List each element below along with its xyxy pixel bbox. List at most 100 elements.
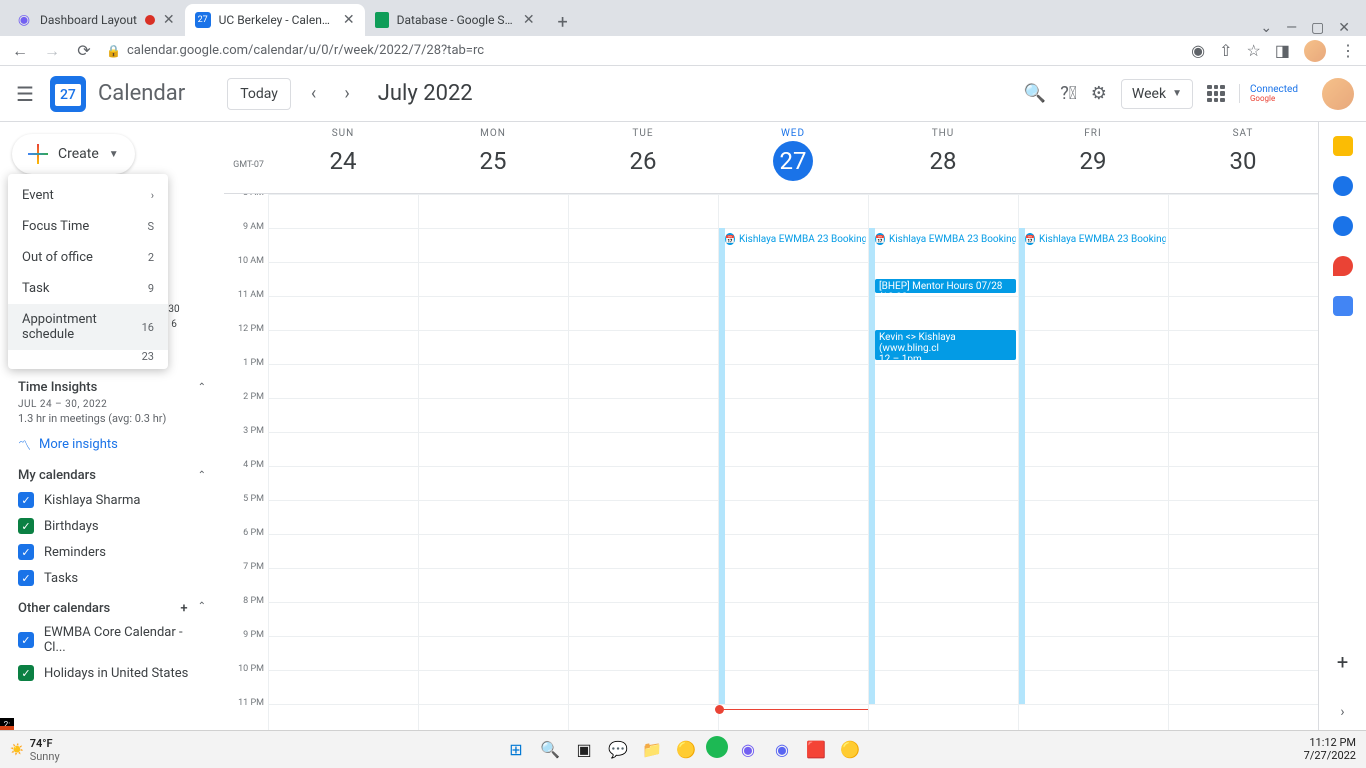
day-column-tue[interactable] xyxy=(568,194,718,730)
calendar-toggle[interactable]: ✓Holidays in United States xyxy=(8,660,216,686)
collapse-panel-icon[interactable]: › xyxy=(1340,694,1344,730)
day-header[interactable]: FRI29 xyxy=(1018,122,1168,193)
menu-label: Out of office xyxy=(22,250,93,265)
kebab-icon[interactable]: ⋮ xyxy=(1340,41,1356,60)
forward-icon[interactable]: → xyxy=(42,41,62,61)
menu-icon[interactable]: ☰ xyxy=(12,78,38,110)
browser-tab[interactable]: ◉ Dashboard Layout ✕ xyxy=(6,4,185,36)
gear-icon[interactable]: ⚙ xyxy=(1091,83,1107,104)
today-button[interactable]: Today xyxy=(227,78,291,110)
other-calendars-header[interactable]: Other calendars + ⌃ xyxy=(8,591,216,620)
close-icon[interactable]: ✕ xyxy=(1338,20,1350,36)
availability-strip xyxy=(1019,228,1025,704)
booking-chip[interactable]: 📅Kishlaya EWMBA 23 Booking Pag xyxy=(721,230,866,248)
chat-icon[interactable]: 💬 xyxy=(604,736,632,764)
day-header[interactable]: THU28 xyxy=(868,122,1018,193)
day-header[interactable]: SAT30 xyxy=(1168,122,1318,193)
day-header[interactable]: TUE26 xyxy=(568,122,718,193)
day-column-mon[interactable] xyxy=(418,194,568,730)
insights-icon: 〽 xyxy=(18,435,31,454)
booking-chip[interactable]: 📅Kishlaya EWMBA 23 Booking Pag xyxy=(871,230,1016,248)
day-column-thu[interactable]: 📅Kishlaya EWMBA 23 Booking Pag [BHEP] Me… xyxy=(868,194,1018,730)
back-icon[interactable]: ← xyxy=(10,41,30,61)
event-kevin[interactable]: Kevin <> Kishlaya (www.bling.cl 12 – 1pm xyxy=(875,330,1016,360)
start-icon[interactable]: ⊞ xyxy=(502,736,530,764)
hour-label: 7 PM xyxy=(243,562,264,572)
day-headers: SUN24 MON25 TUE26 WED27 THU28 FRI29 SAT3… xyxy=(224,122,1318,194)
day-header-today[interactable]: WED27 xyxy=(718,122,868,193)
prev-week-icon[interactable]: ‹ xyxy=(303,79,324,108)
day-header[interactable]: MON25 xyxy=(418,122,568,193)
tasks-icon[interactable] xyxy=(1333,176,1353,196)
add-calendar-icon[interactable]: + xyxy=(180,601,187,616)
url-text: calendar.google.com/calendar/u/0/r/week/… xyxy=(127,43,484,58)
menu-item-appointment-schedule[interactable]: Appointment schedule 16 xyxy=(8,304,168,350)
calendar-toggle[interactable]: ✓Reminders xyxy=(8,539,216,565)
search-icon[interactable]: 🔍 xyxy=(1024,83,1046,104)
close-icon[interactable]: ✕ xyxy=(163,12,175,28)
keep-icon[interactable] xyxy=(1333,136,1353,156)
booking-chip[interactable]: 📅Kishlaya EWMBA 23 Booking Pag xyxy=(1021,230,1166,248)
menu-item-focus-time[interactable]: Focus Time S xyxy=(8,211,168,242)
eye-icon[interactable]: ◉ xyxy=(1191,41,1205,60)
menu-item-event[interactable]: Event › xyxy=(8,180,168,211)
system-tray[interactable]: 11:12 PM 7/27/2022 xyxy=(1304,737,1356,761)
next-week-icon[interactable]: › xyxy=(336,79,357,108)
weather-widget[interactable]: ☀️ 74°F Sunny xyxy=(10,737,60,763)
hour-label: 9 PM xyxy=(243,630,264,640)
minimize-icon[interactable]: — xyxy=(1286,20,1297,36)
app-icon[interactable]: 🟥 xyxy=(802,736,830,764)
new-tab-button[interactable]: + xyxy=(549,8,577,36)
taskview-icon[interactable]: ▣ xyxy=(570,736,598,764)
spotify-icon[interactable] xyxy=(706,736,728,758)
url-field[interactable]: 🔒 calendar.google.com/calendar/u/0/r/wee… xyxy=(106,43,1179,58)
time-insights-header[interactable]: Time Insights ⌃ xyxy=(8,370,216,399)
my-calendars-header[interactable]: My calendars ⌃ xyxy=(8,458,216,487)
create-button[interactable]: Create ▼ xyxy=(12,134,135,174)
panel-icon[interactable]: ◨ xyxy=(1275,41,1290,60)
close-icon[interactable]: ✕ xyxy=(523,12,535,28)
add-panel-icon[interactable]: + xyxy=(1337,650,1348,674)
menu-item-task[interactable]: Task 9 xyxy=(8,273,168,304)
google-apps-icon[interactable] xyxy=(1207,85,1225,103)
browser-tab[interactable]: Database - Google Sheets ✕ xyxy=(365,4,545,36)
chevron-down-icon: ▼ xyxy=(109,149,119,160)
viber-icon[interactable]: ◉ xyxy=(734,736,762,764)
day-column-wed[interactable]: 📅Kishlaya EWMBA 23 Booking Pag xyxy=(718,194,868,730)
calendar-toggle[interactable]: ✓Tasks xyxy=(8,565,216,591)
chrome-icon[interactable]: 🟡 xyxy=(672,736,700,764)
menu-item-out-of-office[interactable]: Out of office 2 xyxy=(8,242,168,273)
close-icon[interactable]: ✕ xyxy=(343,12,355,28)
weather-label: Sunny xyxy=(30,750,60,763)
more-insights-link[interactable]: 〽 More insights xyxy=(8,431,216,458)
maximize-icon[interactable]: ▢ xyxy=(1311,20,1324,36)
view-selector[interactable]: Week ▼ xyxy=(1121,79,1193,109)
day-header[interactable]: SUN24 xyxy=(268,122,418,193)
calendar-toggle[interactable]: ✓Birthdays xyxy=(8,513,216,539)
zoom-icon[interactable] xyxy=(1333,296,1353,316)
chevron-down-icon[interactable]: ⌄ xyxy=(1260,20,1272,36)
star-icon[interactable]: ☆ xyxy=(1247,41,1261,60)
search-icon[interactable]: 🔍 xyxy=(536,736,564,764)
contacts-icon[interactable] xyxy=(1333,216,1353,236)
profile-avatar[interactable] xyxy=(1304,40,1326,62)
help-icon[interactable]: ?⃝ xyxy=(1060,83,1077,104)
chrome-icon[interactable]: 🟡 xyxy=(836,736,864,764)
connected-badge: ConnectedGoogle xyxy=(1239,84,1308,104)
maps-icon[interactable] xyxy=(1333,256,1353,276)
day-column-sun[interactable] xyxy=(268,194,418,730)
calendar-toggle[interactable]: ✓Kishlaya Sharma xyxy=(8,487,216,513)
discord-icon[interactable]: ◉ xyxy=(768,736,796,764)
sheets-favicon-icon xyxy=(375,12,389,28)
calendar-logo-icon xyxy=(50,76,86,112)
day-column-sat[interactable] xyxy=(1168,194,1318,730)
event-bhep[interactable]: [BHEP] Mentor Hours 07/28 (10:30 xyxy=(875,279,1016,293)
browser-tab[interactable]: 27 UC Berkeley - Calendar - Week o ✕ xyxy=(185,4,365,36)
calendar-toggle[interactable]: ✓EWMBA Core Calendar - Cl... xyxy=(8,620,216,660)
day-column-fri[interactable]: 📅Kishlaya EWMBA 23 Booking Pag xyxy=(1018,194,1168,730)
reload-icon[interactable]: ⟳ xyxy=(74,41,94,60)
share-icon[interactable]: ⇧ xyxy=(1219,41,1232,60)
explorer-icon[interactable]: 📁 xyxy=(638,736,666,764)
account-avatar[interactable] xyxy=(1322,78,1354,110)
tab-title: Dashboard Layout xyxy=(40,13,137,27)
